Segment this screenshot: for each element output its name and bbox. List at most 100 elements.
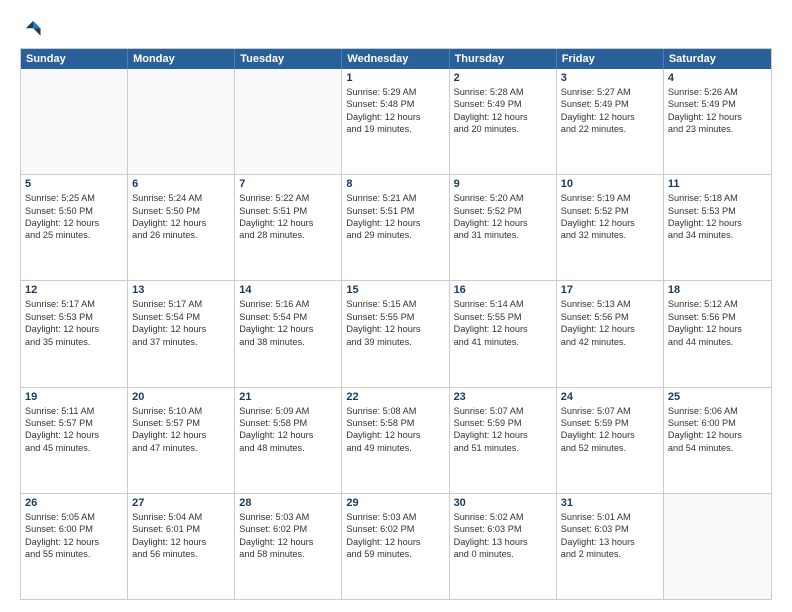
- cell-line: and 44 minutes.: [668, 336, 767, 348]
- cell-line: Daylight: 12 hours: [454, 429, 552, 441]
- cell-line: Daylight: 12 hours: [132, 536, 230, 548]
- cell-line: and 39 minutes.: [346, 336, 444, 348]
- cell-line: Daylight: 12 hours: [25, 323, 123, 335]
- day-number: 14: [239, 284, 337, 296]
- day-header-tuesday: Tuesday: [235, 49, 342, 69]
- cell-line: Sunset: 5:54 PM: [239, 311, 337, 323]
- cell-line: Sunrise: 5:17 AM: [25, 298, 123, 310]
- cell-line: Sunrise: 5:14 AM: [454, 298, 552, 310]
- day-cell-5: 5Sunrise: 5:25 AMSunset: 5:50 PMDaylight…: [21, 175, 128, 280]
- day-number: 29: [346, 497, 444, 509]
- day-number: 22: [346, 391, 444, 403]
- cell-line: Daylight: 12 hours: [561, 323, 659, 335]
- day-number: 4: [668, 72, 767, 84]
- cell-line: Sunrise: 5:02 AM: [454, 511, 552, 523]
- cell-line: and 29 minutes.: [346, 229, 444, 241]
- cell-line: and 49 minutes.: [346, 442, 444, 454]
- cell-line: Daylight: 12 hours: [239, 536, 337, 548]
- cell-line: Sunset: 6:02 PM: [239, 523, 337, 535]
- page: SundayMondayTuesdayWednesdayThursdayFrid…: [0, 0, 792, 612]
- cell-line: Sunset: 5:56 PM: [668, 311, 767, 323]
- cell-line: Daylight: 12 hours: [346, 536, 444, 548]
- cell-line: Daylight: 13 hours: [561, 536, 659, 548]
- cell-line: Daylight: 12 hours: [454, 111, 552, 123]
- day-cell-14: 14Sunrise: 5:16 AMSunset: 5:54 PMDayligh…: [235, 281, 342, 386]
- header: [20, 18, 772, 40]
- cell-line: Sunset: 5:59 PM: [454, 417, 552, 429]
- cell-line: Sunrise: 5:10 AM: [132, 405, 230, 417]
- day-number: 6: [132, 178, 230, 190]
- day-number: 30: [454, 497, 552, 509]
- calendar-body: 1Sunrise: 5:29 AMSunset: 5:48 PMDaylight…: [21, 69, 771, 599]
- day-number: 17: [561, 284, 659, 296]
- cell-line: Daylight: 12 hours: [346, 323, 444, 335]
- cell-line: and 35 minutes.: [25, 336, 123, 348]
- day-cell-24: 24Sunrise: 5:07 AMSunset: 5:59 PMDayligh…: [557, 388, 664, 493]
- day-cell-27: 27Sunrise: 5:04 AMSunset: 6:01 PMDayligh…: [128, 494, 235, 599]
- cell-line: Sunset: 5:57 PM: [25, 417, 123, 429]
- cell-line: Sunset: 5:50 PM: [25, 205, 123, 217]
- cell-line: and 56 minutes.: [132, 548, 230, 560]
- day-number: 31: [561, 497, 659, 509]
- cell-line: Daylight: 12 hours: [346, 429, 444, 441]
- cell-line: Sunset: 6:01 PM: [132, 523, 230, 535]
- cell-line: and 23 minutes.: [668, 123, 767, 135]
- cell-line: Sunset: 5:57 PM: [132, 417, 230, 429]
- cell-line: Sunset: 5:53 PM: [25, 311, 123, 323]
- calendar-header: SundayMondayTuesdayWednesdayThursdayFrid…: [21, 49, 771, 69]
- day-number: 26: [25, 497, 123, 509]
- day-cell-16: 16Sunrise: 5:14 AMSunset: 5:55 PMDayligh…: [450, 281, 557, 386]
- cell-line: Sunrise: 5:27 AM: [561, 86, 659, 98]
- day-number: 16: [454, 284, 552, 296]
- empty-cell-4-6: [664, 494, 771, 599]
- cell-line: Sunrise: 5:18 AM: [668, 192, 767, 204]
- cell-line: and 25 minutes.: [25, 229, 123, 241]
- cell-line: Sunset: 5:51 PM: [239, 205, 337, 217]
- cell-line: Sunrise: 5:21 AM: [346, 192, 444, 204]
- day-cell-13: 13Sunrise: 5:17 AMSunset: 5:54 PMDayligh…: [128, 281, 235, 386]
- cell-line: Sunset: 5:59 PM: [561, 417, 659, 429]
- cell-line: and 22 minutes.: [561, 123, 659, 135]
- cell-line: and 41 minutes.: [454, 336, 552, 348]
- cell-line: and 2 minutes.: [561, 548, 659, 560]
- cell-line: Sunrise: 5:24 AM: [132, 192, 230, 204]
- cell-line: Sunset: 6:00 PM: [25, 523, 123, 535]
- cell-line: Sunrise: 5:13 AM: [561, 298, 659, 310]
- cell-line: Sunrise: 5:03 AM: [346, 511, 444, 523]
- cell-line: Sunset: 6:02 PM: [346, 523, 444, 535]
- day-number: 7: [239, 178, 337, 190]
- cell-line: Daylight: 12 hours: [561, 429, 659, 441]
- empty-cell-0-2: [235, 69, 342, 174]
- cell-line: Sunset: 5:58 PM: [239, 417, 337, 429]
- cell-line: Daylight: 12 hours: [25, 536, 123, 548]
- day-number: 28: [239, 497, 337, 509]
- cell-line: and 47 minutes.: [132, 442, 230, 454]
- cell-line: and 28 minutes.: [239, 229, 337, 241]
- cell-line: Daylight: 13 hours: [454, 536, 552, 548]
- day-cell-1: 1Sunrise: 5:29 AMSunset: 5:48 PMDaylight…: [342, 69, 449, 174]
- cell-line: and 37 minutes.: [132, 336, 230, 348]
- cell-line: Sunrise: 5:17 AM: [132, 298, 230, 310]
- cell-line: Sunset: 5:49 PM: [668, 98, 767, 110]
- cell-line: Sunrise: 5:26 AM: [668, 86, 767, 98]
- cell-line: Sunset: 5:50 PM: [132, 205, 230, 217]
- cell-line: Sunrise: 5:03 AM: [239, 511, 337, 523]
- cell-line: and 42 minutes.: [561, 336, 659, 348]
- day-cell-8: 8Sunrise: 5:21 AMSunset: 5:51 PMDaylight…: [342, 175, 449, 280]
- cell-line: Sunrise: 5:29 AM: [346, 86, 444, 98]
- cell-line: Sunrise: 5:22 AM: [239, 192, 337, 204]
- cell-line: Sunset: 5:49 PM: [454, 98, 552, 110]
- day-cell-17: 17Sunrise: 5:13 AMSunset: 5:56 PMDayligh…: [557, 281, 664, 386]
- day-cell-4: 4Sunrise: 5:26 AMSunset: 5:49 PMDaylight…: [664, 69, 771, 174]
- cell-line: and 20 minutes.: [454, 123, 552, 135]
- cell-line: Daylight: 12 hours: [132, 217, 230, 229]
- week-row-3: 12Sunrise: 5:17 AMSunset: 5:53 PMDayligh…: [21, 280, 771, 386]
- cell-line: Sunrise: 5:04 AM: [132, 511, 230, 523]
- day-header-thursday: Thursday: [450, 49, 557, 69]
- cell-line: Daylight: 12 hours: [346, 217, 444, 229]
- cell-line: Daylight: 12 hours: [239, 323, 337, 335]
- cell-line: Daylight: 12 hours: [561, 217, 659, 229]
- cell-line: and 26 minutes.: [132, 229, 230, 241]
- cell-line: Daylight: 12 hours: [132, 323, 230, 335]
- cell-line: Sunrise: 5:08 AM: [346, 405, 444, 417]
